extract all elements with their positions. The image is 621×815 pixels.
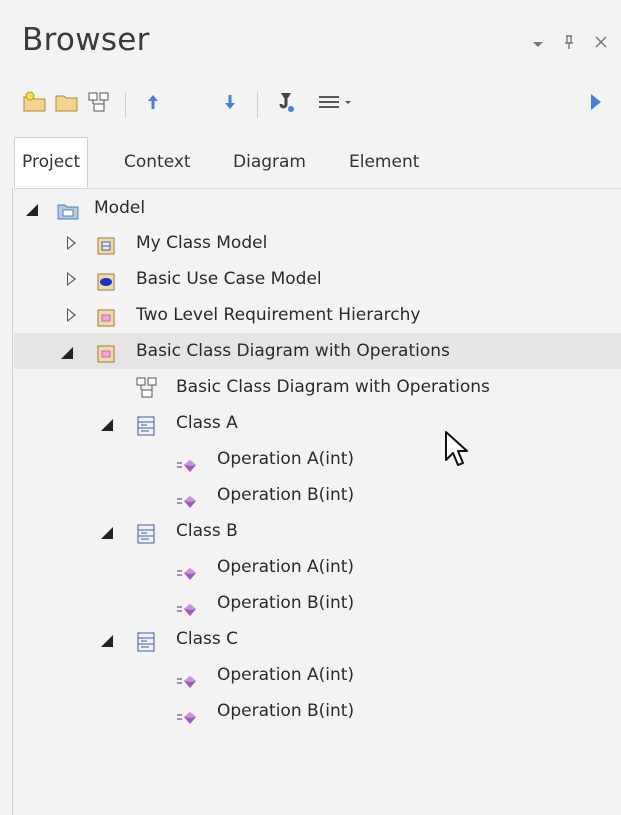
tree-node-class[interactable]: Class B bbox=[14, 513, 621, 549]
tree-label: Class C bbox=[176, 629, 238, 649]
locate-icon[interactable] bbox=[270, 84, 304, 120]
tree-node-package[interactable]: Basic Use Case Model bbox=[14, 261, 621, 297]
window-title: Browser bbox=[22, 22, 150, 58]
tab-element[interactable]: Element bbox=[342, 138, 426, 186]
collapsed-triangle-icon[interactable] bbox=[67, 236, 76, 250]
mouse-cursor-icon bbox=[444, 430, 470, 472]
tree-label: Class A bbox=[176, 413, 238, 433]
tree-label: Basic Use Case Model bbox=[136, 269, 322, 289]
tree-label: My Class Model bbox=[136, 233, 268, 253]
tab-diagram[interactable]: Diagram bbox=[226, 138, 313, 186]
tree-label: Basic Class Diagram with Operations bbox=[136, 341, 450, 361]
collapsed-triangle-icon[interactable] bbox=[67, 308, 76, 322]
tab-bar: Project Context Diagram Element bbox=[14, 137, 621, 189]
move-up-icon[interactable] bbox=[138, 84, 168, 120]
tree-node-operation[interactable]: Operation B(int) bbox=[14, 477, 621, 513]
tree-label: Class B bbox=[176, 521, 238, 541]
move-down-icon[interactable] bbox=[215, 84, 245, 120]
tab-context[interactable]: Context bbox=[117, 138, 198, 186]
expanded-triangle-icon[interactable] bbox=[101, 419, 113, 431]
expanded-triangle-icon[interactable] bbox=[101, 527, 113, 539]
tree-node-package-selected[interactable]: Basic Class Diagram with Operations bbox=[14, 333, 621, 369]
tree-label: Operation A(int) bbox=[217, 449, 355, 469]
tree-node-package[interactable]: My Class Model bbox=[14, 225, 621, 261]
tree-label: Two Level Requirement Hierarchy bbox=[136, 305, 421, 325]
menu-icon[interactable] bbox=[316, 84, 356, 120]
tree-label: Basic Class Diagram with Operations bbox=[176, 377, 490, 397]
tree-label: Operation B(int) bbox=[217, 593, 355, 613]
tree-label: Operation A(int) bbox=[217, 665, 355, 685]
title-bar: Browser bbox=[0, 0, 621, 80]
toolbar bbox=[0, 84, 621, 126]
new-package-icon[interactable] bbox=[20, 84, 50, 120]
tree-node-package[interactable]: Two Level Requirement Hierarchy bbox=[14, 297, 621, 333]
run-icon[interactable] bbox=[586, 84, 606, 120]
expanded-triangle-icon[interactable] bbox=[101, 635, 113, 647]
close-icon[interactable] bbox=[594, 34, 608, 53]
chevron-down-icon[interactable] bbox=[531, 36, 545, 55]
collapsed-triangle-icon[interactable] bbox=[67, 272, 76, 286]
tree-node-diagram[interactable]: Basic Class Diagram with Operations bbox=[14, 369, 621, 405]
expanded-triangle-icon[interactable] bbox=[61, 347, 73, 359]
tree-label: Operation B(int) bbox=[217, 485, 355, 505]
tree-node-operation[interactable]: Operation B(int) bbox=[14, 585, 621, 621]
tree-node-model[interactable]: Model bbox=[14, 190, 621, 226]
tab-project[interactable]: Project bbox=[14, 137, 89, 188]
tree-node-class[interactable]: Class A bbox=[14, 405, 621, 441]
tree-label: Model bbox=[94, 198, 146, 218]
tree-node-operation[interactable]: Operation A(int) bbox=[14, 441, 621, 477]
operation-icon bbox=[176, 703, 198, 739]
tree-node-class[interactable]: Class C bbox=[14, 621, 621, 657]
tree-node-operation[interactable]: Operation A(int) bbox=[14, 549, 621, 585]
folder-icon[interactable] bbox=[52, 84, 82, 120]
expanded-triangle-icon[interactable] bbox=[26, 204, 38, 216]
diagram-icon[interactable] bbox=[84, 84, 114, 120]
tree-label: Operation B(int) bbox=[217, 701, 355, 721]
tree-node-operation[interactable]: Operation B(int) bbox=[14, 693, 621, 729]
tree-label: Operation A(int) bbox=[217, 557, 355, 577]
pin-icon[interactable] bbox=[562, 34, 576, 54]
tree-node-operation[interactable]: Operation A(int) bbox=[14, 657, 621, 693]
panel-border bbox=[12, 188, 13, 815]
